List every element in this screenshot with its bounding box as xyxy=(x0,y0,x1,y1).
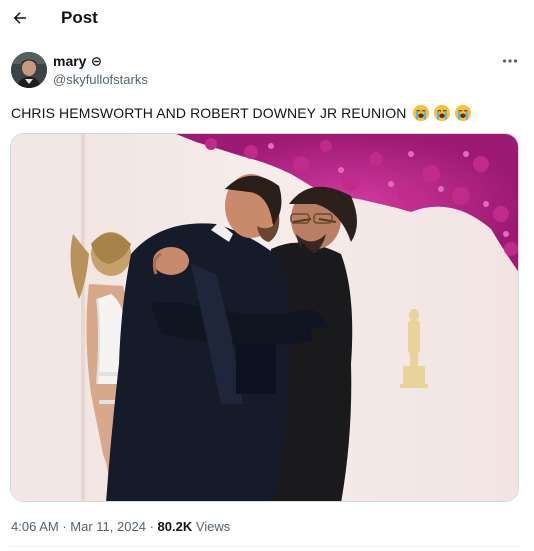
views-count: 80.2K xyxy=(157,519,193,534)
more-options-button[interactable] xyxy=(499,52,521,70)
photo-illustration xyxy=(11,134,518,501)
emoji-group xyxy=(410,104,472,122)
separator: · xyxy=(149,519,154,534)
views-label: Views xyxy=(195,519,231,534)
top-bar: Post xyxy=(0,0,534,36)
display-name[interactable]: mary xyxy=(53,53,86,69)
back-button[interactable] xyxy=(6,4,34,32)
post-photo[interactable] xyxy=(10,133,519,502)
page-title: Post xyxy=(61,8,98,27)
author-row: mary @skyfullofstarks xyxy=(11,52,523,90)
post-time[interactable]: 4:06 AM xyxy=(11,519,59,534)
post-date[interactable]: Mar 11, 2024 xyxy=(70,519,146,534)
tweet-body: CHRIS HEMSWORTH AND ROBERT DOWNEY JR REU… xyxy=(11,105,407,121)
loudly-crying-face-icon xyxy=(413,104,430,122)
tweet-text: CHRIS HEMSWORTH AND ROBERT DOWNEY JR REU… xyxy=(11,104,472,122)
display-name-line[interactable]: mary xyxy=(53,53,102,69)
divider xyxy=(10,546,522,547)
post-meta: 4:06 AM · Mar 11, 2024 · 80.2K Views xyxy=(11,519,230,534)
avatar[interactable] xyxy=(11,52,47,88)
loudly-crying-face-icon xyxy=(434,104,451,122)
user-handle[interactable]: @skyfullofstarks xyxy=(53,72,148,87)
circle-badge-icon xyxy=(92,57,102,66)
arrow-left-icon xyxy=(13,12,26,24)
more-horizontal-icon xyxy=(502,59,518,63)
profile-photo-avatar xyxy=(11,52,47,88)
separator: · xyxy=(62,519,67,534)
loudly-crying-face-icon xyxy=(455,104,472,122)
